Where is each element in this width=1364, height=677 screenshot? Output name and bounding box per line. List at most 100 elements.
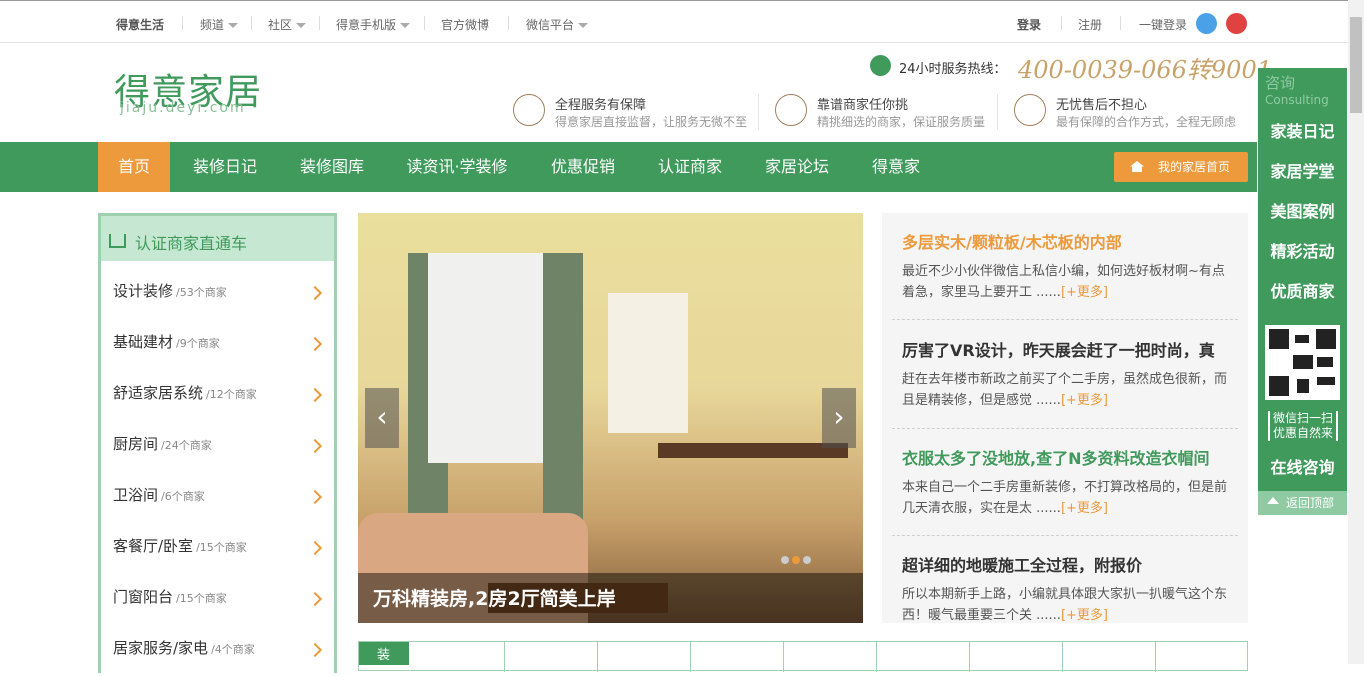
promise-title: 全程服务有保障 bbox=[555, 98, 647, 113]
register-link[interactable]: 注册 bbox=[1078, 16, 1102, 33]
my-home-button[interactable]: 我的家居首页 bbox=[1114, 152, 1248, 182]
nav-news[interactable]: 读资讯·学装修 bbox=[395, 142, 519, 192]
float-link[interactable]: 家装日记 bbox=[1258, 112, 1347, 152]
category-name: 舒适家居系统 bbox=[113, 384, 204, 402]
slide-caption[interactable]: 万科精装房,2房2厅简美上岸 bbox=[358, 573, 863, 623]
qr-module bbox=[1297, 379, 1309, 393]
category-item[interactable]: 居家服务/家电/4个商家 bbox=[113, 637, 328, 677]
category-count: /15个商家 bbox=[176, 592, 227, 605]
back-to-top-button[interactable]: 返回顶部 bbox=[1258, 491, 1347, 515]
wechat-qr-code bbox=[1265, 325, 1340, 400]
featured-slider[interactable]: ‹ › 万科精装房,2房2厅简美上岸 bbox=[358, 213, 863, 623]
category-strip: 装 bbox=[358, 641, 1248, 672]
category-item[interactable]: 卫浴间/6个商家 bbox=[113, 484, 328, 524]
divider bbox=[997, 94, 998, 130]
float-link[interactable]: 家居学堂 bbox=[1258, 152, 1347, 192]
wechat-menu[interactable]: 微信平台 bbox=[526, 16, 589, 33]
category-item[interactable]: 客餐厅/卧室/15个商家 bbox=[113, 535, 328, 575]
slider-dot-active[interactable] bbox=[792, 556, 800, 564]
channel-menu[interactable]: 频道 bbox=[200, 16, 239, 33]
news-item[interactable]: 多层实木/颗粒板/木芯板的内部 最近不少小伙伴微信上私信小编，如何选好板材啊~有… bbox=[902, 229, 1232, 303]
community-label: 社区 bbox=[268, 18, 293, 32]
slider-dot[interactable] bbox=[803, 556, 811, 564]
qq-login-icon[interactable] bbox=[1196, 13, 1217, 34]
mobile-menu[interactable]: 得意手机版 bbox=[336, 16, 411, 33]
news-title[interactable]: 超详细的地暖施工全过程，附报价 bbox=[902, 552, 1232, 576]
divider bbox=[892, 428, 1238, 429]
category-item[interactable]: 厨房间/24个商家 bbox=[113, 433, 328, 473]
news-title[interactable]: 多层实木/颗粒板/木芯板的内部 bbox=[902, 229, 1232, 253]
news-item[interactable]: 厉害了VR设计，昨天展会赶了一把时尚，真 赶在去年楼市新政之前买了个二手房，虽然… bbox=[902, 337, 1232, 411]
qr-marker bbox=[1269, 329, 1289, 349]
slider-prev-button[interactable]: ‹ bbox=[365, 388, 399, 448]
chevron-right-icon bbox=[307, 336, 323, 352]
news-item[interactable]: 超详细的地暖施工全过程，附报价 所以本期新手上路，小编就具体跟大家扒一扒暖气这个… bbox=[902, 552, 1232, 626]
category-count: /12个商家 bbox=[206, 388, 257, 401]
more-link[interactable]: [+更多] bbox=[1061, 393, 1108, 408]
nav-deyijia[interactable]: 得意家 bbox=[860, 142, 932, 192]
panel-header: 认证商家直通车 bbox=[101, 216, 334, 261]
store-icon bbox=[775, 94, 807, 126]
divider bbox=[251, 16, 252, 30]
slider-dot[interactable] bbox=[781, 556, 789, 564]
promise-title: 靠谱商家任你挑 bbox=[817, 98, 909, 113]
brand-link[interactable]: 得意生活 bbox=[116, 16, 164, 33]
category-name: 客餐厅/卧室 bbox=[113, 537, 194, 555]
divider bbox=[319, 16, 320, 30]
divider bbox=[690, 642, 691, 672]
category-item[interactable]: 门窗阳台/15个商家 bbox=[113, 586, 328, 626]
more-link[interactable]: [+更多] bbox=[1061, 285, 1108, 300]
news-title[interactable]: 衣服太多了没地放,查了N多资料改造衣帽间 bbox=[902, 445, 1232, 469]
divider bbox=[783, 642, 784, 672]
category-name: 卫浴间 bbox=[113, 486, 159, 504]
nav-certified[interactable]: 认证商家 bbox=[646, 142, 734, 192]
nav-home[interactable]: 首页 bbox=[98, 142, 170, 192]
chevron-down-icon bbox=[296, 23, 307, 28]
category-name: 厨房间 bbox=[113, 435, 159, 453]
news-title[interactable]: 厉害了VR设计，昨天展会赶了一把时尚，真 bbox=[902, 337, 1232, 361]
float-link[interactable]: 优质商家 bbox=[1258, 272, 1347, 312]
float-link[interactable]: 美图案例 bbox=[1258, 192, 1347, 232]
divider bbox=[1061, 16, 1062, 30]
nav-forum[interactable]: 家居论坛 bbox=[752, 142, 842, 192]
slide-image-detail bbox=[658, 443, 848, 458]
float-link[interactable]: 精彩活动 bbox=[1258, 232, 1347, 272]
category-name: 设计装修 bbox=[113, 282, 174, 300]
wechat-label: 微信平台 bbox=[526, 18, 575, 32]
nav-diary[interactable]: 装修日记 bbox=[180, 142, 270, 192]
category-name: 居家服务/家电 bbox=[113, 639, 209, 657]
scrollbar-thumb[interactable] bbox=[1350, 17, 1362, 113]
slider-next-button[interactable]: › bbox=[822, 388, 856, 448]
nav-promotions[interactable]: 优惠促销 bbox=[538, 142, 628, 192]
news-summary: 本来自己一个二手房重新装修，不打算改格局的，但是前几天清衣服，实在是太 ....… bbox=[902, 477, 1232, 519]
chevron-right-icon bbox=[307, 387, 323, 403]
news-item[interactable]: 衣服太多了没地放,查了N多资料改造衣帽间 本来自己一个二手房重新装修，不打算改格… bbox=[902, 445, 1232, 519]
category-count: /15个商家 bbox=[196, 541, 247, 554]
promise-title: 无忧售后不担心 bbox=[1056, 98, 1148, 113]
weibo-login-icon[interactable] bbox=[1226, 13, 1247, 34]
online-consult-button[interactable]: 在线咨询 bbox=[1258, 448, 1347, 488]
divider bbox=[969, 642, 970, 672]
news-summary: 赶在去年楼市新政之前买了个二手房，虽然成色很新，而且是精装修，但是感觉 ....… bbox=[902, 369, 1232, 411]
login-link[interactable]: 登录 bbox=[1017, 16, 1041, 33]
category-item[interactable]: 设计装修/53个商家 bbox=[113, 280, 328, 320]
weibo-link[interactable]: 官方微博 bbox=[441, 16, 489, 33]
category-item[interactable]: 舒适家居系统/12个商家 bbox=[113, 382, 328, 422]
category-item[interactable]: 基础建材/9个商家 bbox=[113, 331, 328, 371]
category-count: /24个商家 bbox=[161, 439, 212, 452]
user-shield-icon bbox=[1014, 94, 1046, 126]
strip-tag: 装 bbox=[359, 642, 409, 665]
category-name: 基础建材 bbox=[113, 333, 174, 351]
thumbs-up-icon bbox=[513, 94, 545, 126]
divider bbox=[182, 16, 183, 30]
divider bbox=[892, 535, 1238, 536]
nav-gallery[interactable]: 装修图库 bbox=[288, 142, 376, 192]
consult-label-en: Consulting bbox=[1265, 93, 1329, 107]
more-link[interactable]: [+更多] bbox=[1061, 501, 1108, 516]
more-link[interactable]: [+更多] bbox=[1061, 608, 1108, 623]
category-name: 门窗阳台 bbox=[113, 588, 174, 606]
community-menu[interactable]: 社区 bbox=[268, 16, 307, 33]
chevron-right-icon bbox=[307, 285, 323, 301]
category-count: /9个商家 bbox=[176, 337, 220, 350]
divider bbox=[508, 16, 509, 30]
